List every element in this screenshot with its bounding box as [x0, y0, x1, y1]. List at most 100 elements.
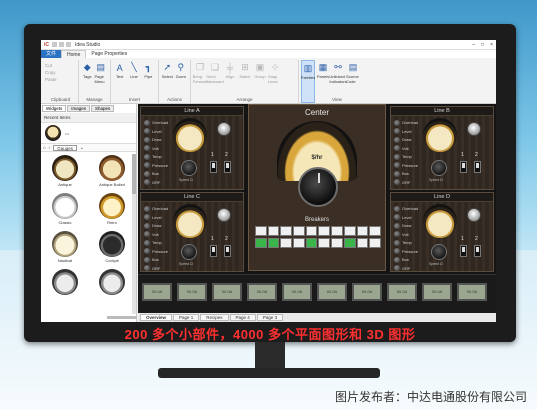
widget-antique[interactable]: Antique: [43, 155, 87, 191]
redo-icon[interactable]: [66, 42, 71, 47]
digital-meter[interactable]: 00.0A: [177, 283, 207, 301]
page-tab-page-3[interactable]: Page 3: [256, 314, 284, 321]
tab-home[interactable]: Home: [61, 50, 87, 58]
toggle-switch[interactable]: [474, 245, 481, 257]
vu-meter[interactable]: [423, 204, 457, 238]
copy-button[interactable]: Copy: [45, 70, 63, 75]
panel-line-a[interactable]: Line A Overload Level Draw Volt Temp Pre…: [140, 106, 244, 190]
panel-line-c[interactable]: Line C Overload Level Draw Volt Temp Pre…: [140, 192, 244, 272]
digital-meter[interactable]: 00.0A: [282, 283, 312, 301]
breaker-switch[interactable]: [356, 238, 369, 248]
close-icon[interactable]: ×: [490, 42, 493, 48]
paste-button[interactable]: Paste: [45, 77, 63, 82]
speed-knob[interactable]: [181, 244, 197, 260]
panel-line-b[interactable]: Line B Overload Level Draw Volt Temp Pre…: [390, 106, 494, 190]
breaker-switch[interactable]: [255, 226, 267, 236]
toggle-switch[interactable]: [224, 161, 231, 173]
page-tab-recipes[interactable]: Recipes: [200, 314, 229, 321]
digital-meter[interactable]: 00.0A: [352, 283, 382, 301]
quick-access-toolbar: [52, 42, 71, 47]
widget-retro[interactable]: Retro: [90, 193, 134, 229]
digital-meter[interactable]: 00.0A: [387, 283, 417, 301]
zoom-slider[interactable]: [107, 316, 137, 319]
breaker-switch[interactable]: [331, 238, 343, 248]
toggle-switch[interactable]: [460, 161, 467, 173]
breaker-switch[interactable]: [318, 238, 331, 248]
design-canvas[interactable]: Line A Overload Level Draw Volt Temp Pre…: [138, 104, 496, 313]
indicator: Level: [144, 214, 168, 221]
vu-meter[interactable]: [423, 118, 457, 152]
widget-antique-boiled[interactable]: Antique Boiled: [90, 155, 134, 191]
vu-meter[interactable]: [173, 204, 207, 238]
tab-shapes[interactable]: Shapes: [91, 105, 115, 112]
tab-images[interactable]: Images: [67, 105, 91, 112]
speed-knob[interactable]: [181, 160, 197, 176]
page-tab-page-1[interactable]: Page 1: [173, 314, 200, 321]
widget-gauge-7[interactable]: [43, 269, 87, 305]
scrollbar-thumb[interactable]: [132, 154, 136, 194]
tab-file[interactable]: 文件: [41, 50, 62, 58]
digital-meter[interactable]: 00.0A: [317, 283, 347, 301]
toggle-switch[interactable]: [474, 161, 481, 173]
digital-meter[interactable]: 00.0A: [142, 283, 172, 301]
breaker-switch[interactable]: [305, 226, 318, 236]
tab-page-properties[interactable]: Page Properties: [86, 50, 132, 58]
recent-items-heading: Recent Items: [41, 113, 136, 123]
digital-meter[interactable]: 00.0A: [247, 283, 277, 301]
panel-center[interactable]: Center $/hr Breakers: [248, 104, 386, 271]
digital-meter[interactable]: 00.0A: [422, 283, 452, 301]
minimize-icon[interactable]: –: [472, 42, 475, 48]
selector-knob[interactable]: [217, 122, 231, 136]
tab-widgets[interactable]: Widgets: [42, 105, 67, 112]
panels-icon: ▦: [318, 62, 328, 72]
breaker-switch[interactable]: [318, 226, 331, 236]
indicator: Level: [144, 128, 168, 135]
breaker-switch[interactable]: [343, 226, 356, 236]
toggle-switch[interactable]: [460, 245, 467, 257]
maximize-icon[interactable]: □: [481, 42, 484, 48]
selector-knob[interactable]: [217, 208, 231, 222]
chevron-down-icon[interactable]: ⌄: [80, 145, 84, 151]
recent-gauge-icon[interactable]: [45, 125, 61, 141]
switch-number: 1: [461, 236, 464, 242]
breaker-switch[interactable]: [280, 226, 293, 236]
speed-knob[interactable]: [431, 244, 447, 260]
widget-nautical[interactable]: Nautical: [43, 231, 87, 267]
breaker-switch[interactable]: [356, 226, 369, 236]
widget-cockpit[interactable]: Cockpit: [90, 231, 134, 267]
digital-meter[interactable]: 00.0A: [457, 283, 487, 301]
speed-knob[interactable]: [431, 160, 447, 176]
breaker-switch[interactable]: [369, 226, 381, 236]
palette-scrollbar[interactable]: [132, 154, 136, 314]
home-icon[interactable]: ⌂: [43, 145, 46, 150]
breaker-switch[interactable]: [369, 238, 381, 248]
breaker-switch[interactable]: [331, 226, 343, 236]
breaker-switch[interactable]: [343, 238, 356, 248]
panel-title: Center: [304, 108, 329, 117]
breaker-switch[interactable]: [305, 238, 318, 248]
page-tab-page-4[interactable]: Page 4: [229, 314, 256, 321]
save-icon[interactable]: [52, 42, 57, 47]
page-tab-overview[interactable]: Overview: [140, 314, 173, 321]
toggle-switch[interactable]: [224, 245, 231, 257]
breaker-switch[interactable]: [267, 238, 280, 248]
undo-icon[interactable]: [59, 42, 64, 47]
selector-knob[interactable]: [467, 208, 481, 222]
panel-line-d[interactable]: Line D Overload Level Draw Volt Temp Pre…: [390, 192, 494, 272]
breaker-switch[interactable]: [280, 238, 293, 248]
toggle-switch[interactable]: [210, 161, 217, 173]
breaker-switch[interactable]: [267, 226, 280, 236]
vu-meter[interactable]: [173, 118, 207, 152]
selector-knob[interactable]: [467, 122, 481, 136]
main-knob[interactable]: [298, 167, 338, 207]
cut-button[interactable]: Cut: [45, 63, 63, 68]
widget-gauge-8[interactable]: [90, 269, 134, 305]
breaker-switch[interactable]: [255, 238, 267, 248]
breaker-switch[interactable]: [293, 226, 305, 236]
toggle-switch[interactable]: [210, 245, 217, 257]
widget-classic[interactable]: Classic: [43, 193, 87, 229]
meter-strip: 00.0A 00.0A 00.0A 00.0A 00.0A 00.0A 00.0…: [138, 274, 496, 313]
category-select[interactable]: Gauges: [53, 144, 77, 151]
digital-meter[interactable]: 00.0A: [212, 283, 242, 301]
breaker-switch[interactable]: [293, 238, 305, 248]
